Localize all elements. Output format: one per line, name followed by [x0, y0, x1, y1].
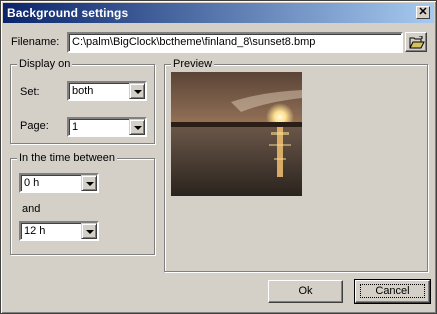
- filename-field[interactable]: C:\palm\BigClock\bctheme\finland_8\sunse…: [67, 32, 403, 53]
- page-value: 1: [72, 121, 79, 133]
- to-hour-value: 12 h: [24, 225, 46, 237]
- set-select[interactable]: both: [67, 81, 147, 101]
- preview-image: [171, 72, 302, 196]
- page-select[interactable]: 1: [67, 117, 147, 137]
- browse-button[interactable]: [405, 32, 427, 52]
- from-hour-value: 0 h: [24, 177, 40, 189]
- and-label: and: [22, 203, 41, 215]
- chevron-down-icon[interactable]: [81, 223, 97, 239]
- set-value: both: [72, 85, 94, 97]
- set-label: Set:: [20, 86, 40, 98]
- chevron-down-icon[interactable]: [129, 119, 145, 135]
- chevron-down-icon[interactable]: [129, 83, 145, 99]
- close-button[interactable]: ✕: [416, 6, 430, 19]
- dialog-window: Background settings ✕ Filename: C:\palm\…: [0, 0, 437, 314]
- close-icon: ✕: [418, 6, 428, 18]
- from-hour-select[interactable]: 0 h: [19, 173, 99, 193]
- chevron-down-icon[interactable]: [81, 175, 97, 191]
- preview-title: Preview: [171, 58, 215, 70]
- title-bar[interactable]: Background settings ✕: [3, 3, 434, 23]
- page-label: Page:: [20, 120, 49, 132]
- ok-button[interactable]: Ok: [268, 280, 343, 303]
- window-title: Background settings: [7, 6, 129, 20]
- cancel-button[interactable]: Cancel: [354, 279, 431, 304]
- display-on-title: Display on: [17, 58, 73, 70]
- filename-value: C:\palm\BigClock\bctheme\finland_8\sunse…: [72, 36, 316, 48]
- filename-label: Filename:: [11, 36, 60, 48]
- time-between-title: In the time between: [17, 152, 118, 164]
- to-hour-select[interactable]: 12 h: [19, 221, 99, 241]
- folder-open-icon: [409, 36, 425, 49]
